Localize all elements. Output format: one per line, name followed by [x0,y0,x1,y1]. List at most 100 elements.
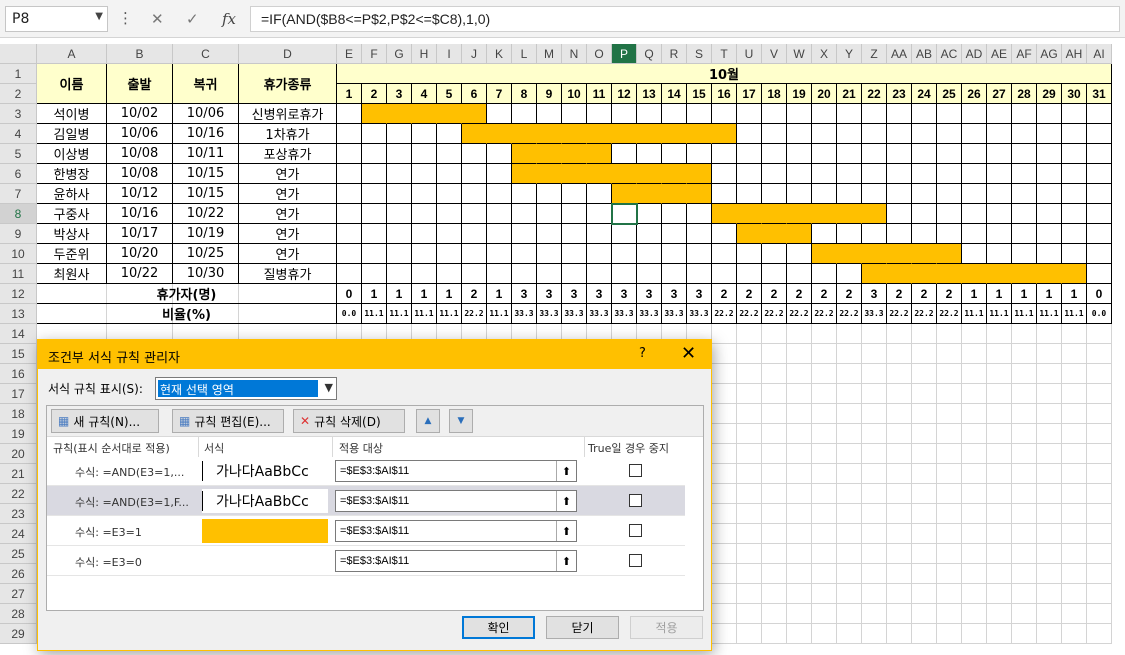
row-header-14[interactable]: 14 [0,324,37,344]
cell[interactable] [812,504,837,524]
day-cell[interactable] [1062,224,1087,244]
cell[interactable] [912,444,937,464]
leave-bar-cell[interactable] [887,264,912,284]
day-cell[interactable] [762,104,787,124]
day-cell[interactable] [562,264,587,284]
day-cell[interactable] [912,104,937,124]
day-cell[interactable] [1037,224,1062,244]
day-cell[interactable] [437,164,462,184]
day-cell[interactable] [1012,144,1037,164]
day-cell[interactable] [512,224,537,244]
day-cell[interactable] [1037,104,1062,124]
row-header-10[interactable]: 10 [0,244,37,264]
cell[interactable] [937,444,962,464]
day-cell[interactable] [837,184,862,204]
day-cell[interactable] [987,104,1012,124]
cell[interactable] [1087,444,1112,464]
cell[interactable] [987,504,1012,524]
cell[interactable] [962,564,987,584]
apply-button[interactable]: 적용 [630,616,703,639]
day-cell[interactable] [812,164,837,184]
day-cell[interactable] [587,244,612,264]
column-header-AB[interactable]: AB [912,44,937,64]
leave-bar-cell[interactable] [662,124,687,144]
cell[interactable] [1012,324,1037,344]
row-header-19[interactable]: 19 [0,424,37,444]
cell[interactable] [1062,484,1087,504]
day-cell[interactable] [562,104,587,124]
day-cell[interactable] [912,124,937,144]
day-cell[interactable] [1012,104,1037,124]
day-cell[interactable] [412,264,437,284]
day-cell[interactable] [787,244,812,264]
row-header-21[interactable]: 21 [0,464,37,484]
row-header-16[interactable]: 16 [0,364,37,384]
cell[interactable] [712,564,737,584]
column-header-J[interactable]: J [462,44,487,64]
day-cell[interactable] [487,264,512,284]
cell[interactable] [737,484,762,504]
day-cell[interactable] [387,204,412,224]
row-header-6[interactable]: 6 [0,164,37,184]
day-cell[interactable] [887,164,912,184]
row-header-12[interactable]: 12 [0,284,37,304]
leave-bar-cell[interactable] [612,164,637,184]
day-cell[interactable] [662,224,687,244]
leave-bar-cell[interactable] [362,104,387,124]
row-header-5[interactable]: 5 [0,144,37,164]
cell[interactable] [762,624,787,644]
day-cell[interactable] [387,124,412,144]
day-cell[interactable] [1062,244,1087,264]
cell[interactable] [787,624,812,644]
day-cell[interactable] [887,104,912,124]
day-cell[interactable] [637,264,662,284]
column-header-Y[interactable]: Y [837,44,862,64]
cell[interactable] [737,344,762,364]
leave-bar-cell[interactable] [637,164,662,184]
row-header-23[interactable]: 23 [0,504,37,524]
day-cell[interactable] [587,264,612,284]
cell[interactable] [812,624,837,644]
column-header-AI[interactable]: AI [1087,44,1112,64]
cell[interactable] [837,324,862,344]
cell[interactable] [912,404,937,424]
cell[interactable] [812,584,837,604]
day-cell[interactable] [537,184,562,204]
cell[interactable] [762,604,787,624]
cell[interactable] [787,384,812,404]
day-cell[interactable] [1012,124,1037,144]
leave-bar-cell[interactable] [687,164,712,184]
close-icon[interactable]: ✕ [681,343,696,364]
cell[interactable] [737,424,762,444]
cell[interactable] [1037,404,1062,424]
day-cell[interactable] [837,104,862,124]
cell[interactable] [712,344,737,364]
cell[interactable] [1062,564,1087,584]
day-cell[interactable] [537,204,562,224]
ok-button[interactable]: 확인 [462,616,535,639]
day-cell[interactable] [887,184,912,204]
cell[interactable] [837,504,862,524]
day-cell[interactable] [337,104,362,124]
day-cell[interactable] [987,184,1012,204]
day-cell[interactable] [537,244,562,264]
cell[interactable] [1062,604,1087,624]
day-cell[interactable] [912,204,937,224]
day-cell[interactable] [787,144,812,164]
cell[interactable] [1012,364,1037,384]
day-cell[interactable] [337,204,362,224]
day-cell[interactable] [687,104,712,124]
cell[interactable] [712,604,737,624]
column-header-AE[interactable]: AE [987,44,1012,64]
day-cell[interactable] [337,184,362,204]
day-cell[interactable] [1012,164,1037,184]
move-up-button[interactable]: ▲ [416,409,440,433]
day-cell[interactable] [1062,164,1087,184]
cell[interactable] [787,444,812,464]
column-header-AD[interactable]: AD [962,44,987,64]
cell[interactable] [962,404,987,424]
leave-bar-cell[interactable] [662,164,687,184]
cell[interactable] [1037,524,1062,544]
column-header-Z[interactable]: Z [862,44,887,64]
cell[interactable] [762,464,787,484]
